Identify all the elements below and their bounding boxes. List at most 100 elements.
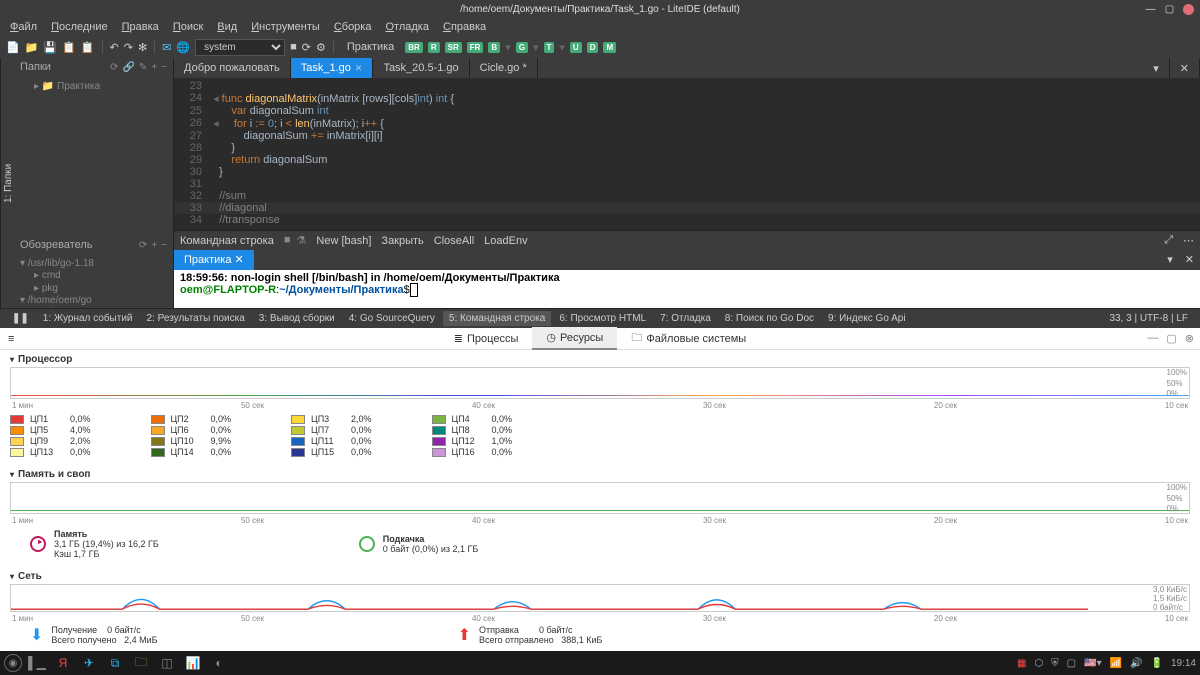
stop-icon[interactable]: ■	[290, 41, 297, 53]
lang-icon[interactable]: 🇺🇸▾	[1084, 658, 1101, 669]
tree-item[interactable]: ▾ /usr/lib/go-1.18	[20, 258, 167, 269]
tab-task20[interactable]: Task_20.5-1.go	[373, 58, 469, 78]
menu-search[interactable]: Поиск	[167, 19, 209, 35]
app-icon[interactable]: ◐	[208, 654, 230, 672]
settings-icon[interactable]: ✻	[138, 41, 147, 54]
tab-welcome[interactable]: Добро пожаловать	[174, 58, 291, 78]
bottom-tab[interactable]: 8: Поиск по Go Doc	[719, 311, 820, 326]
menu-tools[interactable]: Инструменты	[245, 19, 326, 35]
link-icon[interactable]: 🔗	[122, 62, 134, 73]
menu-recent[interactable]: Последние	[45, 19, 114, 35]
bottom-tab[interactable]: 6: Просмотр HTML	[553, 311, 652, 326]
tab-dropdown-icon[interactable]: ▾	[1143, 58, 1170, 78]
tab-cicle[interactable]: Cicle.go *	[470, 58, 538, 78]
sm-tab-filesystems[interactable]: 🗀 Файловые системы	[617, 325, 760, 352]
browser-icon[interactable]: 🌐	[176, 41, 190, 54]
term-dropdown-icon[interactable]: ▾	[1161, 250, 1179, 270]
bottom-tab[interactable]: 3: Вывод сборки	[253, 311, 341, 326]
terminal[interactable]: 18:59:56: non-login shell [/bin/bash] in…	[174, 270, 1200, 308]
bottom-tab[interactable]: 4: Go SourceQuery	[343, 311, 441, 326]
net-header[interactable]: Сеть	[10, 569, 1190, 584]
close-tab-icon[interactable]: ✕	[355, 63, 363, 74]
cmd-closeall[interactable]: CloseAll	[434, 235, 474, 247]
mail-icon[interactable]: ✉	[162, 41, 171, 54]
add-icon[interactable]: +	[151, 62, 157, 73]
close-icon[interactable]	[1183, 4, 1194, 15]
tree-item[interactable]: ▾ /home/oem/go	[20, 295, 167, 306]
sm-tab-resources[interactable]: ◷ Ресурсы	[532, 327, 617, 350]
menu-debug[interactable]: Отладка	[379, 19, 435, 35]
monitor-icon[interactable]: 📊	[182, 654, 204, 672]
redo-icon[interactable]: ↷	[124, 41, 133, 54]
code-editor[interactable]: 23 24 ◂ func diagonalMatrix(inMatrix [ro…	[174, 78, 1200, 230]
files-icon[interactable]: 🗀	[130, 654, 152, 672]
undo-icon[interactable]: ↶	[110, 41, 119, 54]
badge-u[interactable]: U	[570, 42, 582, 53]
pause-icon[interactable]: ❚❚	[6, 311, 35, 326]
sm-max-icon[interactable]: ▢	[1166, 332, 1176, 345]
badge-t[interactable]: T	[544, 42, 555, 53]
edit-icon[interactable]: ✎	[139, 62, 147, 73]
tab-close-all-icon[interactable]: ✕	[1170, 58, 1200, 78]
paste-icon[interactable]: 📋	[81, 41, 95, 54]
badge-g[interactable]: G	[516, 42, 528, 53]
badge-d[interactable]: D	[587, 42, 599, 53]
badge-sr[interactable]: SR	[445, 42, 462, 53]
minimize-icon[interactable]: —	[1145, 4, 1156, 15]
new-file-icon[interactable]: 📄	[6, 41, 20, 54]
more-icon[interactable]: ⋯	[1183, 234, 1194, 247]
bottom-tab[interactable]: 5: Командная строка	[443, 311, 551, 326]
menu-file[interactable]: Файл	[4, 19, 43, 35]
reload-icon[interactable]: ⟳	[302, 41, 311, 54]
bottom-tab[interactable]: 1: Журнал событий	[37, 311, 139, 326]
maximize-icon[interactable]: ▢	[1164, 4, 1175, 15]
save-icon[interactable]: 💾	[43, 41, 57, 54]
tree-item[interactable]: ▸ pkg	[20, 282, 167, 295]
env-select[interactable]: system	[195, 39, 285, 56]
term-tab[interactable]: Практика ✕	[174, 250, 254, 270]
badge-b[interactable]: B	[488, 42, 500, 53]
folder-item[interactable]: ▸ 📁 Практика	[20, 80, 167, 93]
term-close-icon[interactable]: ✕	[1179, 250, 1200, 270]
cmd-close[interactable]: Закрыть	[381, 235, 423, 247]
vtab-folders[interactable]: 1: Папки	[3, 163, 14, 202]
expand-icon[interactable]: ⤢	[1164, 234, 1173, 247]
display-icon[interactable]: ▢	[1067, 658, 1076, 669]
bottom-tab[interactable]: 2: Результаты поиска	[141, 311, 251, 326]
badge-br[interactable]: BR	[405, 42, 423, 53]
cmd-loadenv[interactable]: LoadEnv	[484, 235, 527, 247]
copy-icon[interactable]: 📋	[62, 41, 76, 54]
liteide-icon[interactable]: ◫	[156, 654, 178, 672]
vscode-icon[interactable]: ⧉	[104, 654, 126, 672]
sync2-icon[interactable]: ⟳	[139, 240, 147, 251]
badge-r[interactable]: R	[428, 42, 440, 53]
shield-icon[interactable]: ⛨	[1051, 658, 1059, 669]
remove-icon[interactable]: −	[161, 62, 167, 73]
sm-close-icon[interactable]: ⊗	[1185, 332, 1194, 345]
badge-fr[interactable]: FR	[467, 42, 484, 53]
badge-m[interactable]: M	[603, 42, 616, 53]
sync-icon[interactable]: ⟳	[110, 62, 118, 73]
sm-menu-icon[interactable]: ≡	[8, 333, 14, 345]
sm-min-icon[interactable]: —	[1147, 332, 1158, 345]
open-icon[interactable]: 📁	[25, 41, 39, 54]
proc-header[interactable]: Процессор	[10, 352, 1190, 367]
yandex-icon[interactable]: Я	[52, 654, 74, 672]
close-term-icon[interactable]: ✕	[235, 254, 244, 266]
menu-edit[interactable]: Правка	[116, 19, 165, 35]
tree-item[interactable]: ▸ cmd	[20, 269, 167, 282]
add2-icon[interactable]: +	[151, 240, 157, 251]
telegram-icon[interactable]: ✈	[78, 654, 100, 672]
stop2-icon[interactable]: ■	[284, 234, 291, 247]
build-icon[interactable]: ⚙	[316, 41, 326, 54]
menu-view[interactable]: Вид	[211, 19, 243, 35]
sm-tab-processes[interactable]: ≣ Процессы	[440, 328, 533, 349]
cmd-new[interactable]: New [bash]	[316, 235, 371, 247]
volume-icon[interactable]: 🔊	[1130, 658, 1142, 669]
battery-icon[interactable]: 🔋	[1151, 658, 1163, 669]
filter-icon[interactable]: ⚗	[297, 234, 307, 247]
mem-header[interactable]: Память и своп	[10, 467, 1190, 482]
clock[interactable]: 19:14	[1171, 658, 1196, 669]
network-icon[interactable]: 📶	[1110, 658, 1122, 669]
remove2-icon[interactable]: −	[161, 240, 167, 251]
